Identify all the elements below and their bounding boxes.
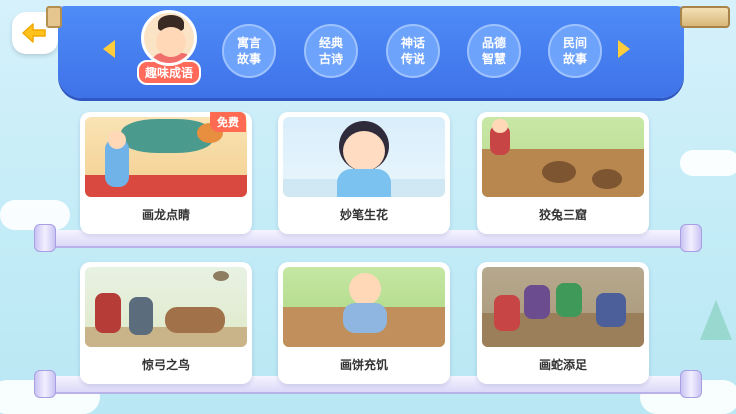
category-line: 品德: [481, 36, 506, 50]
back-arrow-icon: [22, 23, 46, 43]
story-title: 狡兔三窟: [538, 208, 587, 222]
story-card[interactable]: 免费 画龙点睛: [80, 112, 252, 234]
story-title: 画龙点睛: [141, 208, 190, 222]
background-tree: [700, 300, 732, 340]
category-line: 故事: [236, 52, 261, 66]
background-cloud: [680, 150, 736, 176]
story-card[interactable]: 妙笔生花: [278, 112, 450, 234]
category-fables[interactable]: 寓言 故事: [222, 24, 276, 78]
category-myths[interactable]: 神话 传说: [386, 24, 440, 78]
shelf-roll: [680, 370, 702, 398]
free-badge: 免费: [210, 112, 246, 132]
banner-roll-left: [46, 6, 62, 28]
story-title: 画饼充饥: [339, 358, 388, 372]
category-line: 故事: [562, 52, 587, 66]
category-virtue[interactable]: 品德 智慧: [467, 24, 521, 78]
banner-roll-right: [680, 6, 730, 28]
story-thumbnail: [85, 267, 247, 347]
category-line: 寓言: [236, 36, 261, 50]
story-card[interactable]: 狡兔三窟: [477, 112, 649, 234]
category-line: 智慧: [481, 52, 506, 66]
story-title: 妙笔生花: [339, 208, 388, 222]
category-folk-tales[interactable]: 民间 故事: [548, 24, 602, 78]
category-line: 古诗: [318, 52, 343, 66]
shelf-roll: [34, 224, 56, 252]
story-title: 画蛇添足: [538, 358, 587, 372]
category-line: 民间: [562, 36, 587, 50]
category-idioms[interactable]: 趣味成语: [134, 10, 204, 90]
category-line: 神话: [400, 36, 425, 50]
category-line: 传说: [400, 52, 425, 66]
story-card[interactable]: 画饼充饥: [278, 262, 450, 384]
idiom-avatar: [141, 10, 197, 66]
story-card[interactable]: 惊弓之鸟: [80, 262, 252, 384]
story-thumbnail: [482, 117, 644, 197]
story-thumbnail: [283, 117, 445, 197]
chevron-right-icon[interactable]: [618, 40, 630, 58]
chevron-left-icon[interactable]: [103, 40, 115, 58]
category-line: 经典: [318, 36, 343, 50]
story-title: 惊弓之鸟: [141, 358, 190, 372]
shelf-roll: [680, 224, 702, 252]
story-thumbnail: [283, 267, 445, 347]
story-thumbnail: [482, 267, 644, 347]
story-card[interactable]: 画蛇添足: [477, 262, 649, 384]
category-classic-poems[interactable]: 经典 古诗: [304, 24, 358, 78]
shelf-roll: [34, 370, 56, 398]
